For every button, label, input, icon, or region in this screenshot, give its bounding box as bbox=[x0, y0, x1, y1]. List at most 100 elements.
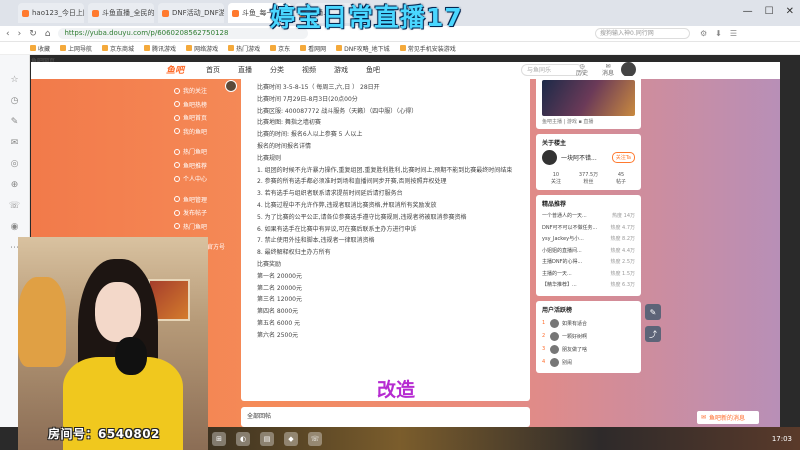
bookmark-item[interactable]: 上网导航 bbox=[60, 44, 92, 53]
site-nav-item[interactable]: 分类 bbox=[270, 65, 284, 75]
notification-popup[interactable]: ✉ 鱼吧新的消息 bbox=[697, 411, 759, 424]
poster-avatar[interactable] bbox=[225, 80, 237, 92]
rank-item[interactable]: 4 别闹 bbox=[542, 356, 635, 369]
chat-task-icon[interactable]: ☏ bbox=[308, 431, 322, 446]
weibo-icon[interactable]: ◉ bbox=[11, 222, 19, 232]
site-nav-item[interactable]: 游戏 bbox=[334, 65, 348, 75]
recommend-meta: 热度 4.4万 bbox=[610, 247, 635, 254]
history-button[interactable]: ◷ 历史 bbox=[576, 63, 588, 77]
site-nav-item[interactable]: 直播 bbox=[238, 65, 252, 75]
browser-search-input[interactable]: 搜狗输入神0.同行网 bbox=[595, 28, 690, 39]
folder-task-icon[interactable]: ▤ bbox=[260, 431, 274, 446]
sidebar-divider bbox=[174, 186, 236, 193]
author-stat[interactable]: 10 关注 bbox=[551, 172, 561, 186]
bookmark-item[interactable]: DNF攻略_地下城 bbox=[336, 44, 390, 53]
sidebar-nav-item[interactable]: 发布帖子 bbox=[174, 206, 236, 220]
bookmark-item[interactable]: 常见手机安装游戏 bbox=[399, 44, 456, 53]
site-search-input[interactable]: 与鱼同乐 bbox=[521, 64, 583, 76]
minimize-icon[interactable]: — bbox=[743, 6, 753, 17]
sidebar-nav-item[interactable]: 热门鱼吧 bbox=[174, 220, 236, 234]
browser-tab[interactable]: 斗鱼直播_全民的直播_最... bbox=[88, 3, 154, 23]
start-icon[interactable]: ⊞ bbox=[212, 431, 226, 446]
sidebar-item-icon bbox=[174, 223, 180, 230]
sidebar-item-label: 鱼吧首页 bbox=[183, 115, 208, 123]
rank-number: 4 bbox=[542, 359, 546, 365]
game-task-icon[interactable]: ◆ bbox=[284, 431, 298, 446]
bookmark-label: 看网网 bbox=[308, 45, 327, 53]
site-nav-item[interactable]: 首页 bbox=[206, 65, 220, 75]
cart-icon[interactable]: ⊕ bbox=[11, 180, 19, 190]
bookmark-item[interactable]: 看网网 bbox=[300, 44, 326, 53]
game-icon[interactable]: ◎ bbox=[11, 159, 19, 169]
promo-card[interactable]: 鱼吧主播 | 游戏 ▪ 直播 bbox=[536, 76, 641, 129]
post-line: 比赛时间 7月29日-8月3日(20点00分 bbox=[257, 95, 358, 103]
mail-icon[interactable]: ✉ bbox=[11, 138, 19, 148]
bookmark-item[interactable]: 京东 bbox=[270, 44, 290, 53]
recommend-item[interactable]: 一个普通人的一天... 热度 14万 bbox=[542, 211, 635, 223]
note-icon[interactable]: ✎ bbox=[11, 117, 19, 127]
bookmark-item[interactable]: 京东商城 bbox=[102, 44, 134, 53]
browser-tab[interactable]: hao123_今日上网平台 bbox=[18, 3, 84, 23]
sidebar-nav-item[interactable]: 我的鱼吧 bbox=[174, 125, 236, 139]
browser-task-icon[interactable]: ◐ bbox=[236, 431, 250, 446]
bookmark-label: 上网导航 bbox=[68, 45, 93, 53]
site-sidebar-nav: 我的关注 鱼吧热榜 鱼吧首页 我的鱼吧 热门鱼吧 鱼吧推荐 个人中心 鱼吧管理 发布帖子 热门鱼吧… bbox=[174, 84, 236, 254]
sidebar-nav-item[interactable]: 鱼吧热榜 bbox=[174, 98, 236, 112]
site-logo[interactable]: 鱼吧 bbox=[166, 63, 184, 76]
follow-button[interactable]: 关注Ta bbox=[611, 152, 635, 163]
bookmark-item[interactable]: 收藏 bbox=[30, 44, 50, 53]
recommend-meta: 热度 8.2万 bbox=[610, 236, 635, 242]
user-avatar[interactable] bbox=[621, 62, 636, 77]
bookmark-item[interactable]: 腾讯游戏 bbox=[144, 44, 176, 53]
bookmark-item[interactable]: 热门游戏 bbox=[228, 44, 260, 53]
bookmark-icon bbox=[186, 45, 193, 51]
bookmark-item[interactable]: 网络游戏 bbox=[186, 44, 218, 53]
sidebar-nav-item[interactable]: 热门鱼吧 bbox=[174, 145, 236, 159]
recommend-item[interactable]: 小姐姐的直播间... 热度 4.4万 bbox=[542, 246, 635, 258]
sidebar-nav-item[interactable]: 鱼吧推荐 bbox=[174, 159, 236, 173]
edit-icon[interactable]: ✎ bbox=[645, 304, 661, 320]
promo-banner[interactable] bbox=[542, 80, 635, 116]
share-icon[interactable]: ⤴ bbox=[645, 326, 661, 342]
author-name[interactable]: 一块阿不错... bbox=[561, 153, 597, 162]
messages-button[interactable]: ✉ 消息 bbox=[602, 63, 614, 77]
back-icon[interactable]: ‹ bbox=[6, 29, 10, 39]
tab-label: 斗鱼直播_全民的直播_最... bbox=[102, 9, 154, 17]
home-icon[interactable]: ⌂ bbox=[45, 29, 51, 39]
author-avatar[interactable] bbox=[542, 150, 557, 165]
chat-icon[interactable]: ☏ bbox=[9, 201, 20, 211]
maximize-icon[interactable]: ☐ bbox=[765, 6, 774, 17]
forward-icon[interactable]: › bbox=[18, 29, 22, 39]
bookmark-label: 京东商城 bbox=[110, 45, 135, 53]
sidebar-nav-item[interactable]: 个人中心 bbox=[174, 172, 236, 186]
site-nav-item[interactable]: 鱼吧 bbox=[366, 65, 380, 75]
close-icon[interactable]: ✕ bbox=[786, 6, 794, 17]
comments-section-header: 全部回帖 bbox=[241, 407, 530, 427]
site-top-nav: 首页 直播 分类 视频 游戏 鱼吧 bbox=[206, 65, 380, 75]
rank-item[interactable]: 3 朋友做了啥 bbox=[542, 343, 635, 356]
sidebar-nav-item[interactable]: 鱼吧管理 bbox=[174, 193, 236, 207]
site-nav-item[interactable]: 视频 bbox=[302, 65, 316, 75]
author-stat[interactable]: 377.5万 粉丝 bbox=[579, 172, 598, 186]
download-icon[interactable]: ⬇ bbox=[715, 29, 722, 38]
sidebar-nav-item[interactable]: 鱼吧首页 bbox=[174, 111, 236, 125]
recommend-item[interactable]: 主播DNF的心得... 热度 2.5万 bbox=[542, 257, 635, 269]
recommend-item[interactable]: 【精华推荐】... 热度 6.3万 bbox=[542, 280, 635, 292]
stream-caption: 改造 bbox=[377, 379, 416, 401]
rank-item[interactable]: 2 一颗好树啊 bbox=[542, 330, 635, 343]
menu-icon[interactable]: ☰ bbox=[730, 29, 737, 38]
recommend-item[interactable]: ysy_Jackey与小... 热度 8.2万 bbox=[542, 234, 635, 246]
refresh-icon[interactable]: ↻ bbox=[29, 29, 37, 39]
rank-item[interactable]: 1 如果有适合 bbox=[542, 317, 635, 330]
sidebar-item-label: 鱼吧管理 bbox=[183, 196, 208, 204]
author-stat[interactable]: 45 帖子 bbox=[616, 172, 626, 186]
post-line: 3. 若有选手与组织者联系请求提前时间延后请打服务台 bbox=[257, 190, 403, 198]
bell-icon: ✉ bbox=[605, 63, 611, 70]
extension-icon[interactable]: ⚙ bbox=[700, 29, 707, 38]
notification-icon: ✉ bbox=[701, 414, 707, 421]
recommend-item[interactable]: 主播的一天... 热度 1.5万 bbox=[542, 269, 635, 281]
history-icon[interactable]: ◷ bbox=[11, 96, 19, 106]
recommend-item[interactable]: DNF可不可以不做任务... 热度 4.7万 bbox=[542, 223, 635, 235]
star-icon[interactable]: ☆ bbox=[10, 75, 18, 85]
browser-tab[interactable]: DNF活动_DNF游戏... bbox=[158, 3, 224, 23]
